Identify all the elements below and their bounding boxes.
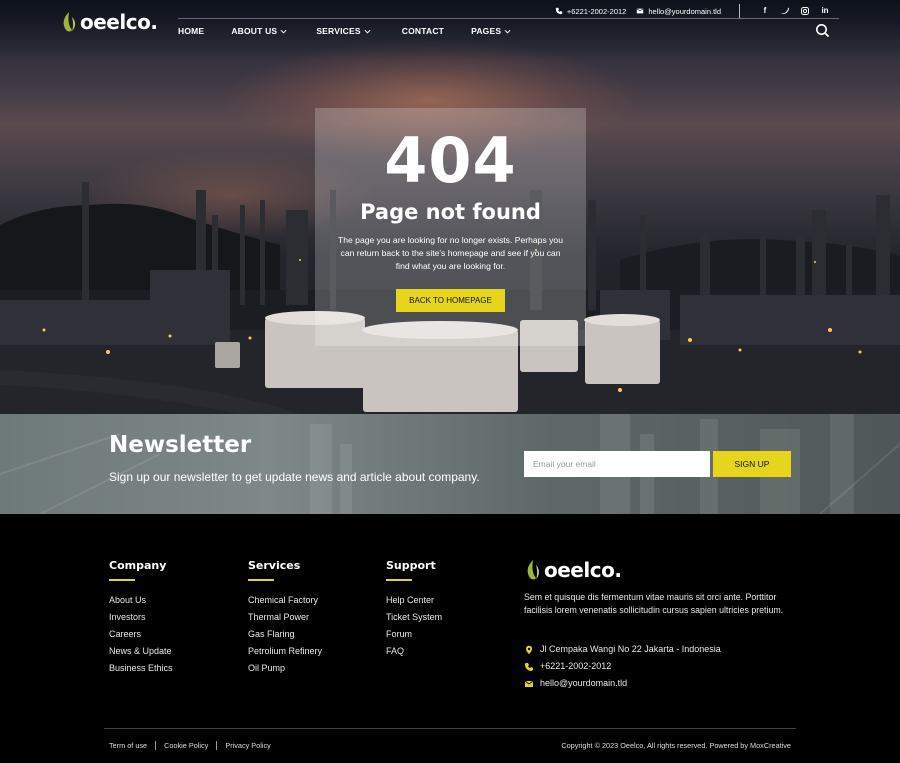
chevron-down-icon	[504, 29, 511, 33]
mail-icon	[524, 680, 534, 687]
newsletter-section: Newsletter Sign up our newsletter to get…	[0, 414, 900, 514]
error-message: The page you are looking for no longer e…	[337, 235, 563, 271]
footer-link[interactable]: News & Update	[109, 643, 173, 660]
footer-link[interactable]: Careers	[109, 626, 173, 643]
footer-email-text: hello@yourdomain.tld	[540, 678, 628, 688]
top-contact-bar: +6221-2002-2012 hello@yourdomain.tld f i…	[545, 4, 830, 18]
error-title: Page not found	[360, 200, 541, 224]
nav-home[interactable]: HOME	[178, 26, 204, 36]
footer-column-support: Support Help Center Ticket System Forum …	[386, 559, 442, 660]
topbar-email[interactable]: hello@yourdomain.tld	[636, 7, 721, 16]
linkedin-icon[interactable]: in	[820, 6, 830, 16]
search-icon[interactable]	[815, 23, 830, 38]
nav-about-us-label: ABOUT US	[231, 26, 278, 36]
footer-phone[interactable]: +6221-2002-2012	[524, 658, 721, 675]
newsletter-email-input[interactable]: Email your email	[524, 451, 710, 477]
main-navigation: HOME ABOUT US SERVICES CONTACT PAGES	[178, 26, 511, 36]
cookie-policy-link[interactable]: Cookie Policy	[164, 741, 208, 750]
footer-link[interactable]: FAQ	[386, 643, 442, 660]
footer-description: Sem et quisque dis fermentum vitae mauri…	[524, 592, 784, 615]
footer-column-services: Services Chemical Factory Thermal Power …	[248, 559, 322, 677]
legal-separator	[155, 741, 157, 750]
hero-section: oeelco. +6221-2002-2012 hello@yourdomain…	[0, 0, 900, 414]
heading-underline	[109, 579, 135, 581]
newsletter-subtitle: Sign up our newsletter to get update new…	[109, 470, 480, 484]
copyright-text: Copyright © 2023 Oeelco, All rights rese…	[561, 741, 791, 750]
newsletter-title: Newsletter	[109, 432, 252, 458]
mail-icon	[636, 8, 644, 14]
footer-link[interactable]: Petrolium Refinery	[248, 643, 322, 660]
site-footer: Company About Us Investors Careers News …	[0, 514, 900, 763]
instagram-icon[interactable]	[800, 6, 810, 16]
footer-heading: Company	[109, 559, 167, 572]
phone-icon	[525, 662, 533, 671]
phone-icon	[555, 7, 563, 15]
footer-link[interactable]: Chemical Factory	[248, 592, 322, 609]
nav-pages[interactable]: PAGES	[471, 26, 511, 36]
nav-services-label: SERVICES	[316, 26, 361, 36]
footer-link[interactable]: Gas Flaring	[248, 626, 322, 643]
facebook-icon[interactable]: f	[760, 6, 770, 16]
location-pin-icon	[526, 645, 532, 654]
footer-heading: Support	[386, 559, 436, 572]
footer-link[interactable]: Oil Pump	[248, 660, 322, 677]
footer-address: Jl Cempaka Wangi No 22 Jakarta - Indones…	[524, 641, 721, 658]
header-divider	[178, 18, 839, 19]
back-to-homepage-button[interactable]: BACK TO HOMEPAGE	[396, 289, 505, 312]
error-code: 404	[384, 124, 517, 197]
heading-underline	[386, 579, 412, 581]
footer-link[interactable]: Help Center	[386, 592, 442, 609]
legal-separator	[216, 741, 218, 750]
nav-services[interactable]: SERVICES	[316, 26, 371, 36]
twitter-icon[interactable]	[780, 6, 790, 16]
footer-link[interactable]: Forum	[386, 626, 442, 643]
nav-contact-label: CONTACT	[401, 26, 445, 36]
topbar-phone[interactable]: +6221-2002-2012	[555, 7, 626, 16]
chevron-down-icon	[364, 29, 371, 33]
footer-link[interactable]: Investors	[109, 609, 173, 626]
footer-address-text: Jl Cempaka Wangi No 22 Jakarta - Indones…	[540, 644, 721, 654]
nav-about-us[interactable]: ABOUT US	[231, 26, 287, 36]
footer-divider	[104, 728, 796, 729]
privacy-policy-link[interactable]: Privacy Policy	[225, 741, 270, 750]
footer-phone-text: +6221-2002-2012	[540, 661, 612, 671]
chevron-down-icon	[280, 29, 287, 33]
footer-logo-text: oeelco.	[544, 558, 622, 582]
footer-heading: Services	[248, 559, 301, 572]
nav-pages-label: PAGES	[471, 26, 502, 36]
footer-email[interactable]: hello@yourdomain.tld	[524, 675, 721, 692]
leaf-logo-icon	[63, 12, 75, 32]
heading-underline	[248, 579, 274, 581]
leaf-logo-icon	[527, 560, 539, 580]
topbar-phone-text: +6221-2002-2012	[566, 6, 627, 16]
footer-contact: Jl Cempaka Wangi No 22 Jakarta - Indones…	[524, 641, 721, 692]
site-logo[interactable]: oeelco.	[60, 10, 158, 34]
error-panel: 404 Page not found The page you are look…	[315, 108, 586, 346]
logo-text: oeelco.	[80, 10, 158, 34]
footer-logo[interactable]: oeelco.	[524, 558, 622, 582]
footer-column-company: Company About Us Investors Careers News …	[109, 559, 173, 677]
sign-up-button[interactable]: SIGN UP	[713, 451, 791, 477]
topbar-divider	[739, 4, 740, 18]
footer-link[interactable]: Thermal Power	[248, 609, 322, 626]
footer-link[interactable]: Business Ethics	[109, 660, 173, 677]
nav-home-label: HOME	[178, 26, 205, 36]
footer-link[interactable]: Ticket System	[386, 609, 442, 626]
legal-links: Term of use Cookie Policy Privacy Policy	[109, 741, 271, 750]
nav-contact[interactable]: CONTACT	[402, 26, 444, 36]
footer-link[interactable]: About Us	[109, 592, 173, 609]
topbar-email-text: hello@yourdomain.tld	[648, 6, 721, 16]
term-of-use-link[interactable]: Term of use	[109, 741, 147, 750]
